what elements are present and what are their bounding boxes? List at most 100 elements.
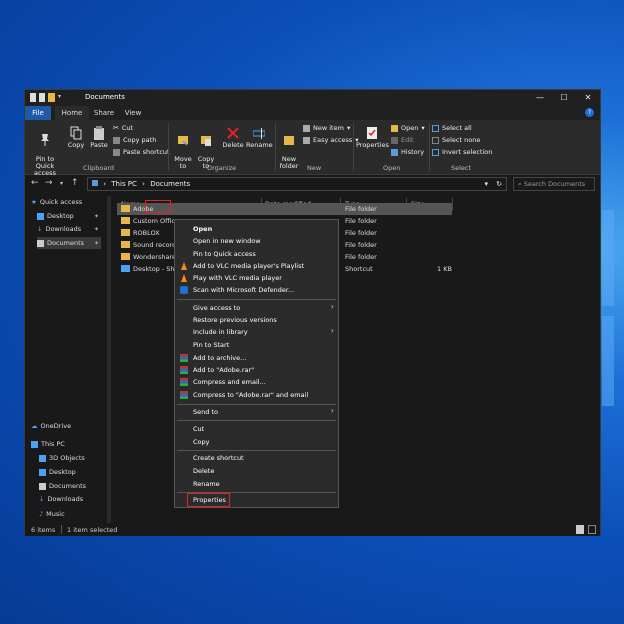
ribbon-divider [168, 123, 169, 171]
nav-pc-downloads[interactable]: ↓ Downloads [39, 495, 101, 503]
menu-item-copy[interactable]: Copy [193, 438, 210, 446]
recent-locations-icon[interactable]: ▾ [60, 180, 63, 187]
help-icon[interactable]: ? [585, 108, 594, 117]
select-all-button[interactable]: Select all [432, 124, 472, 132]
breadcrumb-separator: › [103, 180, 107, 188]
invert-selection-button[interactable]: Invert selection [432, 148, 492, 156]
nav-quick-access[interactable]: ★ Quick access [31, 198, 103, 206]
open-button[interactable]: Open ▾ [391, 124, 425, 132]
properties-icon[interactable] [30, 93, 36, 102]
large-icons-view-icon[interactable] [588, 525, 596, 534]
properties-ribbon-button[interactable]: Properties [356, 126, 389, 149]
minimize-button[interactable]: — [528, 90, 552, 106]
menu-item-give-access[interactable]: Give access to [193, 304, 240, 312]
column-separator[interactable] [452, 198, 453, 210]
nav-downloads[interactable]: ↓ Downloads ✦ [37, 225, 101, 233]
menu-item-delete[interactable]: Delete [193, 467, 214, 475]
delete-button[interactable]: Delete [221, 126, 245, 149]
history-button[interactable]: History [391, 148, 424, 156]
move-to-button[interactable]: Move to [172, 126, 194, 170]
breadcrumb-documents[interactable]: Documents [150, 180, 190, 188]
nav-documents-label: Documents [47, 239, 85, 247]
new-item-button[interactable]: New item ▾ [303, 124, 350, 132]
menu-separator [177, 404, 336, 405]
folder-icon [121, 217, 130, 224]
details-view-icon[interactable] [576, 525, 584, 534]
nav-pc-desktop[interactable]: Desktop [39, 468, 101, 476]
tab-view[interactable]: View [121, 106, 145, 120]
menu-item-pin-quick-access[interactable]: Pin to Quick access [193, 250, 256, 258]
menu-item-restore[interactable]: Restore previous versions [193, 316, 277, 324]
download-icon: ↓ [39, 495, 45, 503]
menu-item-include-library[interactable]: Include in library [193, 328, 248, 336]
group-label-organize: Organize [207, 164, 237, 172]
file-name: Sound recordi [133, 241, 179, 249]
nav-3d-objects[interactable]: 3D Objects [39, 454, 101, 462]
select-none-button[interactable]: Select none [432, 136, 480, 144]
menu-item-cut[interactable]: Cut [193, 425, 204, 433]
cloud-icon: ☁ [31, 422, 38, 430]
group-label-select: Select [451, 164, 472, 172]
edit-button[interactable]: Edit [391, 136, 414, 144]
new-item-icon [303, 124, 310, 132]
nav-this-pc[interactable]: This PC [31, 440, 103, 448]
pin-quick-access-button[interactable]: Pin to Quick access [27, 126, 63, 177]
copy-icon [70, 126, 82, 140]
wallpaper-pane [602, 316, 614, 406]
chevron-right-icon: › [330, 406, 334, 415]
menu-item-vlc-play[interactable]: Play with VLC media player [193, 274, 282, 282]
forward-arrow-icon[interactable]: → [45, 178, 53, 188]
nav-pc-music[interactable]: ♪ Music [39, 509, 101, 518]
menu-item-create-shortcut[interactable]: Create shortcut [193, 454, 244, 462]
nav-documents[interactable]: Documents ✦ [37, 237, 101, 249]
menu-item-compress-email[interactable]: Compress and email... [193, 378, 266, 386]
nav-onedrive-label: OneDrive [40, 422, 72, 430]
menu-item-add-rar[interactable]: Add to "Adobe.rar" [193, 366, 254, 374]
vlc-icon [180, 262, 188, 270]
context-menu: Open Open in new window Pin to Quick acc… [174, 219, 339, 508]
wallpaper-pane [602, 210, 614, 306]
paste-button[interactable]: Paste [88, 126, 110, 149]
menu-item-open-new-window[interactable]: Open in new window [193, 237, 261, 245]
menu-separator [177, 450, 336, 451]
nav-pane-scrollbar[interactable] [107, 196, 111, 523]
nav-desktop[interactable]: Desktop ✦ [37, 212, 101, 220]
copy-button[interactable]: Copy [65, 126, 87, 149]
new-folder-button[interactable]: New folder [278, 126, 300, 170]
menu-item-pin-start[interactable]: Pin to Start [193, 341, 229, 349]
nav-desktop-label: Desktop [47, 212, 74, 220]
tab-file[interactable]: File [25, 106, 51, 120]
address-bar[interactable]: › This PC › Documents ▾ ↻ [87, 177, 507, 191]
menu-item-vlc-playlist[interactable]: Add to VLC media player's Playlist [193, 262, 304, 270]
tab-share[interactable]: Share [91, 106, 117, 120]
nav-onedrive[interactable]: ☁ OneDrive [31, 422, 103, 430]
chevron-down-icon[interactable]: ▾ [58, 93, 61, 102]
cut-button[interactable]: ✂ Cut [113, 124, 133, 132]
nav-pc-documents[interactable]: Documents [39, 482, 101, 490]
menu-item-rename[interactable]: Rename [193, 480, 220, 488]
rename-button[interactable]: Rename [246, 126, 273, 149]
address-dropdown-icon[interactable]: ▾ [484, 178, 488, 190]
paste-shortcut-button[interactable]: Paste shortcut [113, 148, 170, 156]
folder-icon[interactable] [48, 93, 55, 102]
maximize-button[interactable]: ☐ [552, 90, 576, 106]
menu-item-open[interactable]: Open [193, 225, 212, 233]
document-icon[interactable] [39, 93, 45, 102]
menu-item-defender[interactable]: Scan with Microsoft Defender... [193, 286, 294, 294]
up-arrow-icon[interactable]: ↑ [71, 178, 79, 188]
easy-access-button[interactable]: Easy access ▾ [303, 136, 359, 144]
breadcrumb-this-pc[interactable]: This PC [111, 180, 137, 188]
close-button[interactable]: ✕ [576, 90, 600, 106]
menu-item-send-to[interactable]: Send to [193, 408, 218, 416]
file-type: File folder [345, 229, 377, 237]
menu-item-compress-rar-email[interactable]: Compress to "Adobe.rar" and email [193, 391, 308, 399]
tab-home[interactable]: Home [55, 106, 89, 120]
winrar-icon [180, 354, 188, 362]
search-input[interactable]: ⌕ Search Documents [513, 177, 595, 191]
refresh-icon[interactable]: ↻ [496, 178, 502, 190]
winrar-icon [180, 391, 188, 399]
menu-item-add-archive[interactable]: Add to archive... [193, 354, 246, 362]
new-folder-label: New folder [279, 155, 299, 170]
back-arrow-icon[interactable]: ← [31, 178, 39, 188]
copy-path-button[interactable]: Copy path [113, 136, 156, 144]
